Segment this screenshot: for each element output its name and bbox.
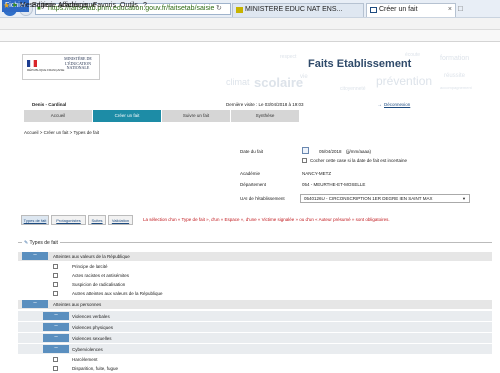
academie-value: NANCY-METZ — [302, 171, 332, 176]
bg-word: accompagnement — [440, 85, 472, 90]
collapse-button[interactable]: – — [22, 300, 48, 308]
tab-types-de-fait[interactable]: Types de fait — [21, 215, 49, 225]
date-field[interactable]: 05/04/2018 — [319, 149, 342, 154]
validation-message: La sélection d'un « Type de fait », d'un… — [143, 217, 390, 222]
bg-word: réussite — [444, 73, 466, 79]
checkbox[interactable] — [53, 366, 58, 371]
menu-bar — [0, 18, 500, 30]
subgroup-label: Violences sexuelles — [72, 336, 112, 341]
subgroup-label: Cyberviolences — [72, 347, 103, 352]
chevron-down-icon: ▼ — [462, 196, 466, 201]
calendar-icon[interactable] — [302, 147, 309, 154]
tab-validation[interactable]: Validation — [108, 215, 133, 225]
group-label: Atteintes aux valeurs de la République — [53, 254, 130, 259]
page-favicon-icon — [370, 7, 377, 13]
tab-suivre-un-fait[interactable]: Suivre un fait — [162, 110, 230, 122]
type-item-label: Harcèlement — [72, 357, 98, 362]
checkbox[interactable] — [53, 291, 58, 296]
subgroup-label: Violences verbales — [72, 314, 110, 319]
checkbox[interactable] — [53, 282, 58, 287]
type-item-label: Actes racistes et antisémites — [72, 273, 130, 278]
pencil-icon: ✎ — [24, 240, 29, 246]
breadcrumb: Accueil > Créer un fait > Types de fait — [24, 130, 99, 135]
departement-value: 054 - MEURTHE-ET-MOSELLE — [302, 182, 366, 187]
bg-word: prévention — [376, 74, 433, 88]
bg-word: climat — [226, 77, 250, 87]
bg-word: formation — [440, 55, 470, 62]
bg-word: vie — [300, 74, 308, 80]
logout-icon[interactable]: → — [377, 102, 382, 108]
collapse-button[interactable]: – — [43, 345, 69, 353]
checkbox[interactable] — [53, 273, 58, 278]
tab-ministere[interactable]: MINISTERE EDUC NAT ENS... — [232, 3, 364, 17]
collapse-button[interactable]: – — [22, 252, 48, 260]
tab-label: Créer un fait — [379, 6, 418, 13]
uncertain-date-checkbox[interactable] — [302, 158, 307, 163]
date-format-hint: (jj/mm/aaaa) — [346, 149, 372, 154]
types-legend-label: Types de fait — [29, 240, 58, 246]
marianne-flag-icon — [27, 60, 37, 67]
subgroup-label: Violences physiques — [72, 325, 113, 330]
menu-help[interactable]: ? — [140, 0, 150, 12]
collapse-button[interactable]: – — [43, 312, 69, 320]
tab-creer-un-fait-nav[interactable]: Créer un fait — [93, 110, 161, 122]
app-title: Faits Etablissement — [308, 58, 412, 70]
collapse-button[interactable]: – — [43, 334, 69, 342]
checkbox[interactable] — [53, 357, 58, 362]
user-name: Denis - Cardinal — [32, 102, 67, 107]
date-label: Date du fait — [240, 149, 264, 154]
type-item-label: Suspicion de radicalisation — [72, 282, 126, 287]
menu-outils[interactable]: Outils — [117, 0, 141, 12]
favorites-star-icon[interactable]: ★ — [3, 1, 10, 10]
last-visit: Dernière visite : Le 03/04/2018 à 19:03 — [226, 102, 304, 107]
tab-creer-un-fait[interactable]: Créer un fait × — [366, 3, 456, 17]
favorites-bar — [0, 30, 500, 42]
logout-link[interactable]: Déconnexion — [384, 102, 410, 107]
site-favicon-icon — [236, 7, 243, 13]
tab-label: MINISTERE EDUC NAT ENS... — [245, 6, 343, 13]
tab-protagonistes[interactable]: Protagonistes — [51, 215, 86, 225]
close-icon[interactable]: × — [448, 4, 452, 16]
tab-synthese[interactable]: Synthèse — [231, 110, 299, 122]
checkbox[interactable] — [53, 264, 58, 269]
tab-accueil[interactable]: Accueil — [24, 110, 92, 122]
academie-label: Académie — [240, 171, 261, 176]
uncertain-date-label: Cocher cette case si la date de fait est… — [310, 158, 408, 163]
type-item-label: Disparition, fuite, fugue — [72, 366, 119, 371]
refresh-icon[interactable]: ↻ — [216, 4, 222, 12]
ministry-name: MINISTÈRE DE L'ÉDUCATION NATIONALE — [64, 56, 92, 70]
departement-label: Département — [240, 182, 267, 187]
tab-suites[interactable]: Suites — [88, 215, 106, 225]
add-favorite-icon[interactable]: ► — [12, 2, 19, 9]
collapse-button[interactable]: – — [43, 323, 69, 331]
favorite-link-messagerie[interactable]: Messagerie académique — [20, 1, 96, 11]
bg-word: respect — [280, 54, 297, 60]
type-item-label: Principe de laïcité — [72, 264, 108, 269]
new-tab-icon[interactable]: □ — [458, 4, 463, 13]
types-legend: ✎ Types de fait — [22, 240, 60, 246]
uai-label: UAI de l'établissement — [240, 196, 285, 201]
bg-word: scolaire — [254, 75, 304, 90]
group-label: Atteintes aux personnes — [53, 302, 102, 307]
uai-select[interactable]: 0540126U - CIRCONSCRIPTION 1ER DEGRE IEN… — [300, 194, 470, 203]
bg-word: citoyenneté — [340, 86, 366, 92]
type-item-label: Autres atteintes aux valeurs de la Répub… — [72, 291, 163, 296]
